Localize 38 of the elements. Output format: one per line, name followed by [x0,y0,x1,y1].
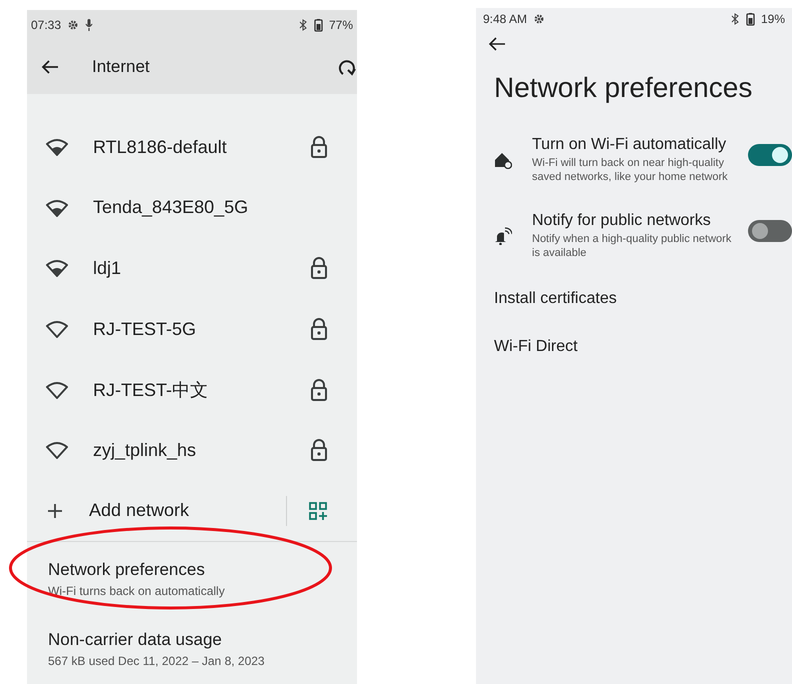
network-item[interactable]: Tenda_843E80_5G [27,178,357,238]
bluetooth-icon [298,19,308,31]
microphone-icon [85,19,94,31]
toggle-switch[interactable] [748,144,792,166]
setting-link[interactable]: Wi-Fi Direct [494,338,578,356]
status-time: 07:33 [31,18,62,32]
battery-percent: 19% [760,12,785,26]
bluetooth-icon [730,13,740,25]
setting-summary: Notify when a high-quality public network is available [532,233,732,260]
plus-icon [47,502,63,519]
setting-link[interactable]: Install certificates [494,290,617,308]
status-time: 9:48 AM [483,12,528,26]
house-icon [494,151,512,169]
gear-icon [533,13,546,25]
refresh-icon[interactable] [337,57,357,77]
network-item[interactable]: RTL8186-default [27,117,357,178]
network-item[interactable]: RJ-TEST-5G [27,298,357,360]
add-network-button[interactable]: Add network [47,500,286,522]
setting-title[interactable]: Network preferences [48,560,205,580]
battery-icon [746,12,755,26]
toggle-switch[interactable] [748,220,792,242]
back-arrow-icon[interactable] [41,59,59,75]
screen-title: Internet [92,57,151,77]
back-arrow-icon[interactable] [488,36,506,52]
setting-summary: Wi-Fi will turn back on near high-quality saved networks, like your home network [532,157,729,184]
battery-percent: 77% [328,18,353,32]
network-item[interactable]: RJ-TEST-中文 [27,359,357,420]
qr-code-icon[interactable] [309,502,327,520]
setting-title: Turn on Wi-Fi automatically [532,136,728,154]
network-item[interactable]: ldj1 [27,238,357,299]
gear-icon [67,19,80,31]
network-item[interactable]: zyj_tplink_hs [27,420,357,481]
battery-icon [314,18,323,32]
setting-title[interactable]: Non-carrier data usage [48,630,222,650]
setting-summary: 567 kB used Dec 11, 2022 – Jan 8, 2023 [48,654,265,668]
bell-icon [494,227,512,245]
screen-title: Network preferences [494,72,754,104]
setting-title: Notify for public networks [532,212,712,230]
